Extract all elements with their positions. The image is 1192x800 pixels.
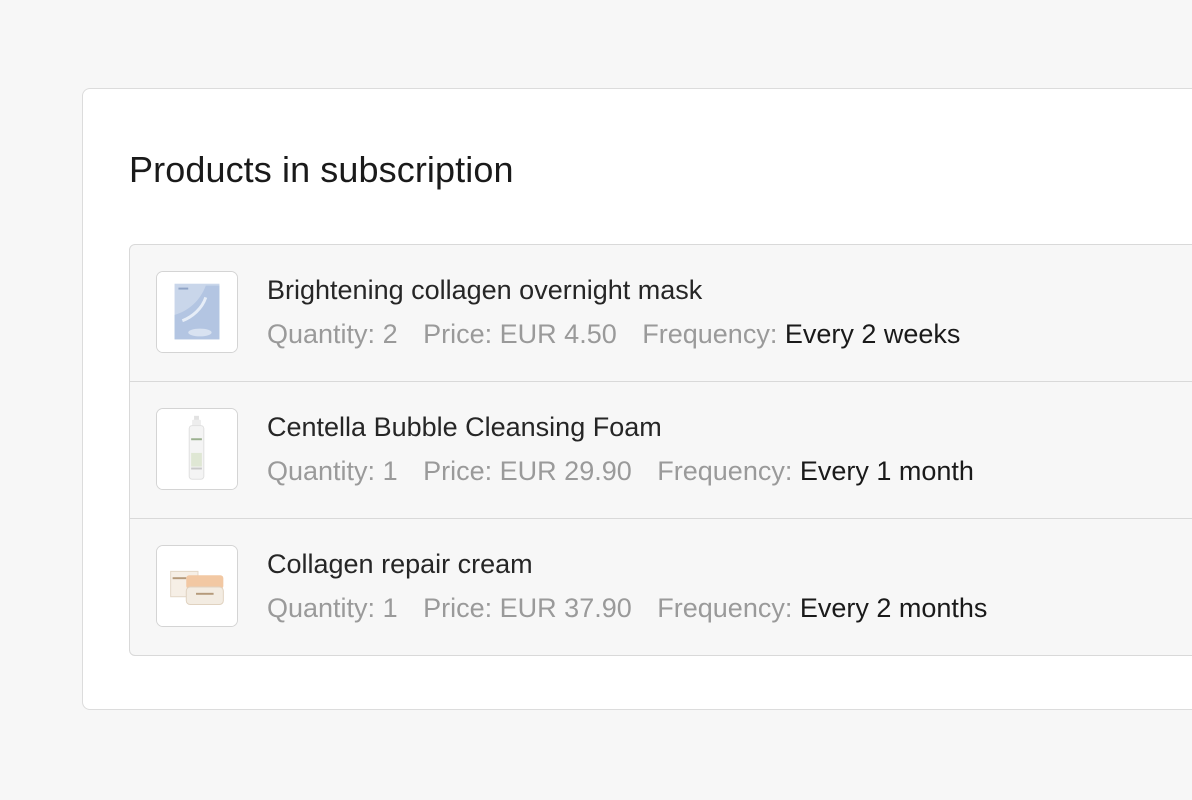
frequency-value: Every 2 months <box>799 593 988 623</box>
frequency-label: Frequency: <box>642 319 778 349</box>
price-label: Price: <box>423 456 493 486</box>
frequency-value: Every 2 weeks <box>784 319 961 349</box>
cream-jar-icon <box>156 545 238 627</box>
frequency-label: Frequency: <box>657 456 793 486</box>
product-name: Brightening collagen overnight mask <box>267 275 703 305</box>
price-value: EUR 4.50 <box>499 319 617 349</box>
price-label: Price: <box>423 593 493 623</box>
quantity-value: 1 <box>382 593 398 623</box>
product-name: Collagen repair cream <box>267 549 533 579</box>
product-name: Centella Bubble Cleansing Foam <box>267 412 662 442</box>
product-row[interactable]: Collagen repair cream Quantity: 1 Price:… <box>130 519 1192 655</box>
product-row[interactable]: Centella Bubble Cleansing Foam Quantity:… <box>130 382 1192 519</box>
sheet-mask-icon <box>156 271 238 353</box>
quantity-value: 2 <box>382 319 398 349</box>
product-meta: Quantity: 1 Price: EUR 37.90 Frequency: … <box>267 593 987 624</box>
price-label: Price: <box>423 319 493 349</box>
product-meta: Quantity: 2 Price: EUR 4.50 Frequency: E… <box>267 319 960 350</box>
frequency-value: Every 1 month <box>799 456 974 486</box>
foam-bottle-icon <box>156 408 238 490</box>
quantity-label: Quantity: <box>267 456 376 486</box>
frequency-label: Frequency: <box>657 593 793 623</box>
quantity-label: Quantity: <box>267 319 376 349</box>
product-meta: Quantity: 1 Price: EUR 29.90 Frequency: … <box>267 456 974 487</box>
quantity-label: Quantity: <box>267 593 376 623</box>
quantity-value: 1 <box>382 456 398 486</box>
product-row[interactable]: Brightening collagen overnight mask Quan… <box>130 245 1192 382</box>
subscription-products-card: Products in subscription Brightening col… <box>82 88 1192 710</box>
price-value: EUR 37.90 <box>499 593 632 623</box>
price-value: EUR 29.90 <box>499 456 632 486</box>
product-list: Brightening collagen overnight mask Quan… <box>129 244 1192 656</box>
section-title: Products in subscription <box>129 149 514 190</box>
